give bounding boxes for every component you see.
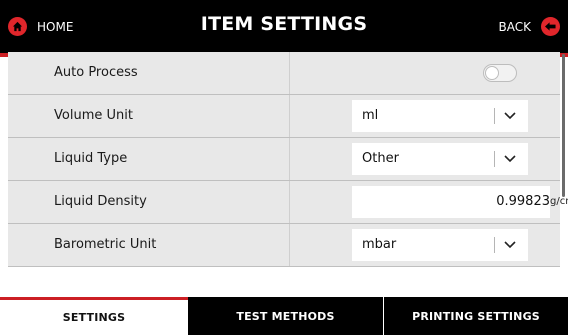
select-value: mbar	[362, 237, 397, 252]
select-separator	[494, 151, 495, 167]
chevron-down-icon[interactable]	[502, 108, 518, 124]
input-value: 0.99823	[496, 194, 550, 209]
liquid-density-input[interactable]: 0.99823	[352, 186, 550, 218]
home-icon[interactable]	[8, 17, 27, 36]
tab-settings[interactable]: SETTINGS	[0, 297, 188, 335]
density-unit-label: g/cm³	[550, 196, 568, 207]
setting-label: Volume Unit	[54, 108, 133, 123]
barometric-unit-select[interactable]: mbar	[352, 229, 528, 261]
back-button[interactable]: BACK	[499, 17, 531, 37]
select-value: Other	[362, 151, 399, 166]
chevron-down-icon[interactable]	[502, 237, 518, 253]
setting-label: Liquid Density	[54, 194, 147, 209]
list-scrollbar[interactable]	[562, 54, 565, 197]
select-value: ml	[362, 108, 379, 123]
tab-test-methods[interactable]: TEST METHODS	[188, 297, 383, 335]
home-button[interactable]: HOME	[37, 17, 73, 37]
toggle-knob	[485, 66, 499, 80]
auto-process-toggle[interactable]	[483, 64, 517, 82]
setting-row-liquid-density: Liquid Density 0.99823 g/cm³	[8, 181, 568, 224]
bottom-tab-bar: SETTINGS TEST METHODS PRINTING SETTINGS	[0, 297, 568, 335]
setting-row-barometric-unit: Barometric Unit mbar	[8, 224, 560, 267]
setting-label: Barometric Unit	[54, 237, 157, 252]
select-separator	[494, 237, 495, 253]
tab-printing-settings[interactable]: PRINTING SETTINGS	[383, 297, 568, 335]
chevron-down-icon[interactable]	[502, 151, 518, 167]
setting-label: Auto Process	[54, 65, 138, 80]
app-header: HOME ITEM SETTINGS BACK	[0, 0, 568, 53]
setting-row-volume-unit: Volume Unit ml	[8, 95, 560, 138]
page-title: ITEM SETTINGS	[200, 13, 368, 35]
back-arrow-icon[interactable]	[541, 17, 560, 36]
setting-row-liquid-type: Liquid Type Other	[8, 138, 560, 181]
row-divider	[289, 181, 290, 223]
select-separator	[494, 108, 495, 124]
volume-unit-select[interactable]: ml	[352, 100, 528, 132]
row-divider	[289, 95, 290, 137]
row-divider	[289, 224, 290, 266]
row-divider	[289, 52, 290, 94]
setting-label: Liquid Type	[54, 151, 128, 166]
liquid-type-select[interactable]: Other	[352, 143, 528, 175]
setting-row-auto-process: Auto Process	[8, 52, 560, 95]
row-divider	[289, 138, 290, 180]
